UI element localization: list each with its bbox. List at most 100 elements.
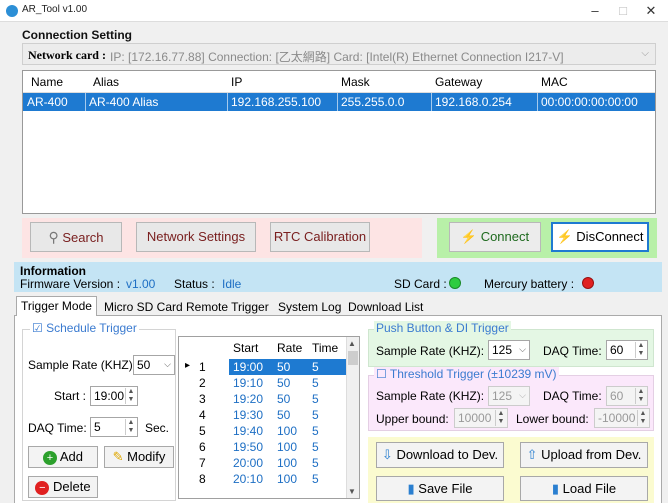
col-mac[interactable]: MAC bbox=[541, 75, 568, 89]
add-button[interactable]: + Add bbox=[28, 446, 98, 468]
search-button[interactable]: ⚲ Search bbox=[30, 222, 122, 252]
push-sample-rate-select[interactable]: 125 ⌵ bbox=[488, 340, 530, 360]
cell-start: 19:00 bbox=[233, 360, 264, 374]
push-daq-value: 60 bbox=[610, 343, 624, 357]
load-file-button[interactable]: ▮ Load File bbox=[520, 476, 648, 501]
cell-start: 19:10 bbox=[233, 376, 264, 390]
download-to-device-button[interactable]: ⇩ Download to Dev. bbox=[376, 442, 504, 468]
push-daq-input[interactable]: 60 ▲ ▼ bbox=[606, 340, 648, 360]
chevron-down-icon: ⌵ bbox=[519, 344, 526, 354]
col-start[interactable]: Start bbox=[233, 341, 258, 355]
delete-button[interactable]: − Delete bbox=[28, 476, 98, 498]
row-index: 3 bbox=[199, 392, 206, 406]
table-row[interactable]: AR-400 AR-400 Alias 192.168.255.100 255.… bbox=[23, 93, 655, 111]
col-rate[interactable]: Rate bbox=[277, 341, 302, 355]
row-index: 7 bbox=[199, 456, 206, 470]
column-divider bbox=[85, 93, 86, 111]
status-label: Status : bbox=[174, 277, 215, 291]
firmware-label: Firmware Version : bbox=[20, 277, 121, 291]
information-header: Information bbox=[20, 264, 86, 278]
table-row[interactable]: 3 19:20 50 5 bbox=[179, 391, 347, 407]
close-button[interactable]: ✕ bbox=[636, 1, 666, 21]
threshold-sample-rate-label: Sample Rate (KHZ): bbox=[376, 389, 485, 403]
spinner-icon[interactable]: ▲ ▼ bbox=[635, 388, 646, 404]
tab-system-log[interactable]: System Log bbox=[274, 298, 345, 316]
download-label: Download to Dev. bbox=[396, 447, 499, 462]
cell-time: 5 bbox=[312, 424, 319, 438]
cell-time: 5 bbox=[312, 392, 319, 406]
battery-status-icon bbox=[582, 277, 594, 289]
table-row[interactable]: 7 20:00 100 5 bbox=[179, 455, 347, 471]
col-gateway[interactable]: Gateway bbox=[435, 75, 482, 89]
spinner-icon[interactable]: ▲ ▼ bbox=[637, 410, 648, 426]
tab-download-list[interactable]: Download List bbox=[344, 298, 427, 316]
modify-label: Modify bbox=[127, 449, 166, 464]
maximize-button[interactable]: □ bbox=[608, 1, 638, 21]
tab-micro-sd-card[interactable]: Micro SD Card bbox=[100, 298, 187, 316]
delete-icon: − bbox=[35, 480, 50, 495]
threshold-sample-rate-select[interactable]: 125 ⌵ bbox=[488, 386, 530, 406]
threshold-title[interactable]: ☐ Threshold Trigger (±10239 mV) bbox=[374, 367, 559, 381]
schedule-daq-value: 5 bbox=[94, 420, 101, 434]
cell-alias: AR-400 Alias bbox=[89, 95, 159, 109]
modify-button[interactable]: ✎ Modify bbox=[104, 446, 174, 468]
save-file-button[interactable]: ▮ Save File bbox=[376, 476, 504, 501]
connect-button[interactable]: ⚡ Connect bbox=[449, 222, 541, 252]
scroll-thumb[interactable] bbox=[348, 351, 358, 365]
column-divider bbox=[227, 93, 228, 111]
threshold-sample-rate-value: 125 bbox=[492, 389, 513, 403]
cell-start: 20:10 bbox=[233, 472, 264, 486]
tab-trigger-mode[interactable]: Trigger Mode bbox=[16, 296, 97, 317]
schedule-checkbox[interactable]: ☑ bbox=[32, 321, 43, 335]
upper-bound-input[interactable]: 10000 ▲ ▼ bbox=[454, 408, 508, 428]
upper-bound-value: 10000 bbox=[458, 411, 492, 425]
threshold-checkbox[interactable]: ☐ bbox=[376, 367, 387, 381]
schedule-table[interactable]: Start Rate Time ▸ 1 19:00 50 5 2 19:10 50 5 3 19:2… bbox=[178, 336, 360, 499]
table-row[interactable]: 8 20:10 100 5 bbox=[179, 471, 347, 487]
network-settings-button[interactable]: Network Settings bbox=[136, 222, 256, 252]
threshold-title-label: Threshold Trigger (±10239 mV) bbox=[389, 367, 557, 381]
column-divider bbox=[537, 93, 538, 111]
col-ip[interactable]: IP bbox=[231, 75, 242, 89]
network-card-label: Network card : bbox=[28, 48, 106, 62]
tab-remote-trigger[interactable]: Remote Trigger bbox=[182, 298, 273, 316]
spinner-icon[interactable]: ▲ ▼ bbox=[635, 342, 646, 358]
connection-action-bar: ⚡ Connect ⚡ DisConnect bbox=[437, 218, 657, 258]
download-icon: ⇩ bbox=[381, 447, 393, 462]
cell-mac: 00:00:00:00:00:00 bbox=[541, 95, 638, 109]
scroll-down-icon[interactable]: ▼ bbox=[348, 487, 356, 496]
schedule-daq-input[interactable]: 5 ▲ ▼ bbox=[90, 417, 138, 437]
upload-label: Upload from Dev. bbox=[541, 447, 642, 462]
device-grid[interactable]: Name Alias IP Mask Gateway MAC AR-400 AR… bbox=[22, 70, 656, 214]
spinner-icon[interactable]: ▲ ▼ bbox=[495, 410, 506, 426]
device-grid-header: Name Alias IP Mask Gateway MAC bbox=[23, 71, 655, 93]
rtc-calibration-button[interactable]: RTC Calibration bbox=[270, 222, 370, 252]
schedule-sample-rate-select[interactable]: 50 ⌵ bbox=[133, 355, 175, 375]
row-index: 2 bbox=[199, 376, 206, 390]
col-time[interactable]: Time bbox=[312, 341, 338, 355]
cell-time: 5 bbox=[312, 440, 319, 454]
spinner-icon[interactable]: ▲ ▼ bbox=[125, 388, 136, 404]
minimize-button[interactable]: – bbox=[580, 1, 610, 21]
col-mask[interactable]: Mask bbox=[341, 75, 370, 89]
scroll-up-icon[interactable]: ▲ bbox=[348, 339, 356, 348]
threshold-daq-input[interactable]: 60 ▲ ▼ bbox=[606, 386, 648, 406]
table-row[interactable]: 5 19:40 100 5 bbox=[179, 423, 347, 439]
schedule-scrollbar[interactable]: ▲ ▼ bbox=[346, 337, 359, 498]
schedule-title[interactable]: ☑ Schedule Trigger bbox=[30, 321, 139, 335]
disconnect-button[interactable]: ⚡ DisConnect bbox=[551, 222, 649, 252]
start-time-input[interactable]: 19:00 ▲ ▼ bbox=[90, 386, 138, 406]
network-card-select[interactable]: Network card : IP: [172.16.77.88] Connec… bbox=[22, 43, 656, 65]
col-name[interactable]: Name bbox=[31, 75, 63, 89]
app-icon bbox=[6, 5, 18, 17]
table-row[interactable]: 2 19:10 50 5 bbox=[179, 375, 347, 391]
table-row[interactable]: ▸ 1 19:00 50 5 bbox=[179, 359, 347, 375]
push-title: Push Button & DI Trigger bbox=[374, 321, 511, 335]
spinner-icon[interactable]: ▲ ▼ bbox=[125, 419, 136, 435]
lower-bound-input[interactable]: -10000 ▲ ▼ bbox=[594, 408, 650, 428]
col-alias[interactable]: Alias bbox=[93, 75, 119, 89]
table-row[interactable]: 4 19:30 50 5 bbox=[179, 407, 347, 423]
table-row[interactable]: 6 19:50 100 5 bbox=[179, 439, 347, 455]
upload-from-device-button[interactable]: ⇧ Upload from Dev. bbox=[520, 442, 648, 468]
network-card-value: IP: [172.16.77.88] Connection: [乙太網路] Ca… bbox=[110, 50, 564, 64]
